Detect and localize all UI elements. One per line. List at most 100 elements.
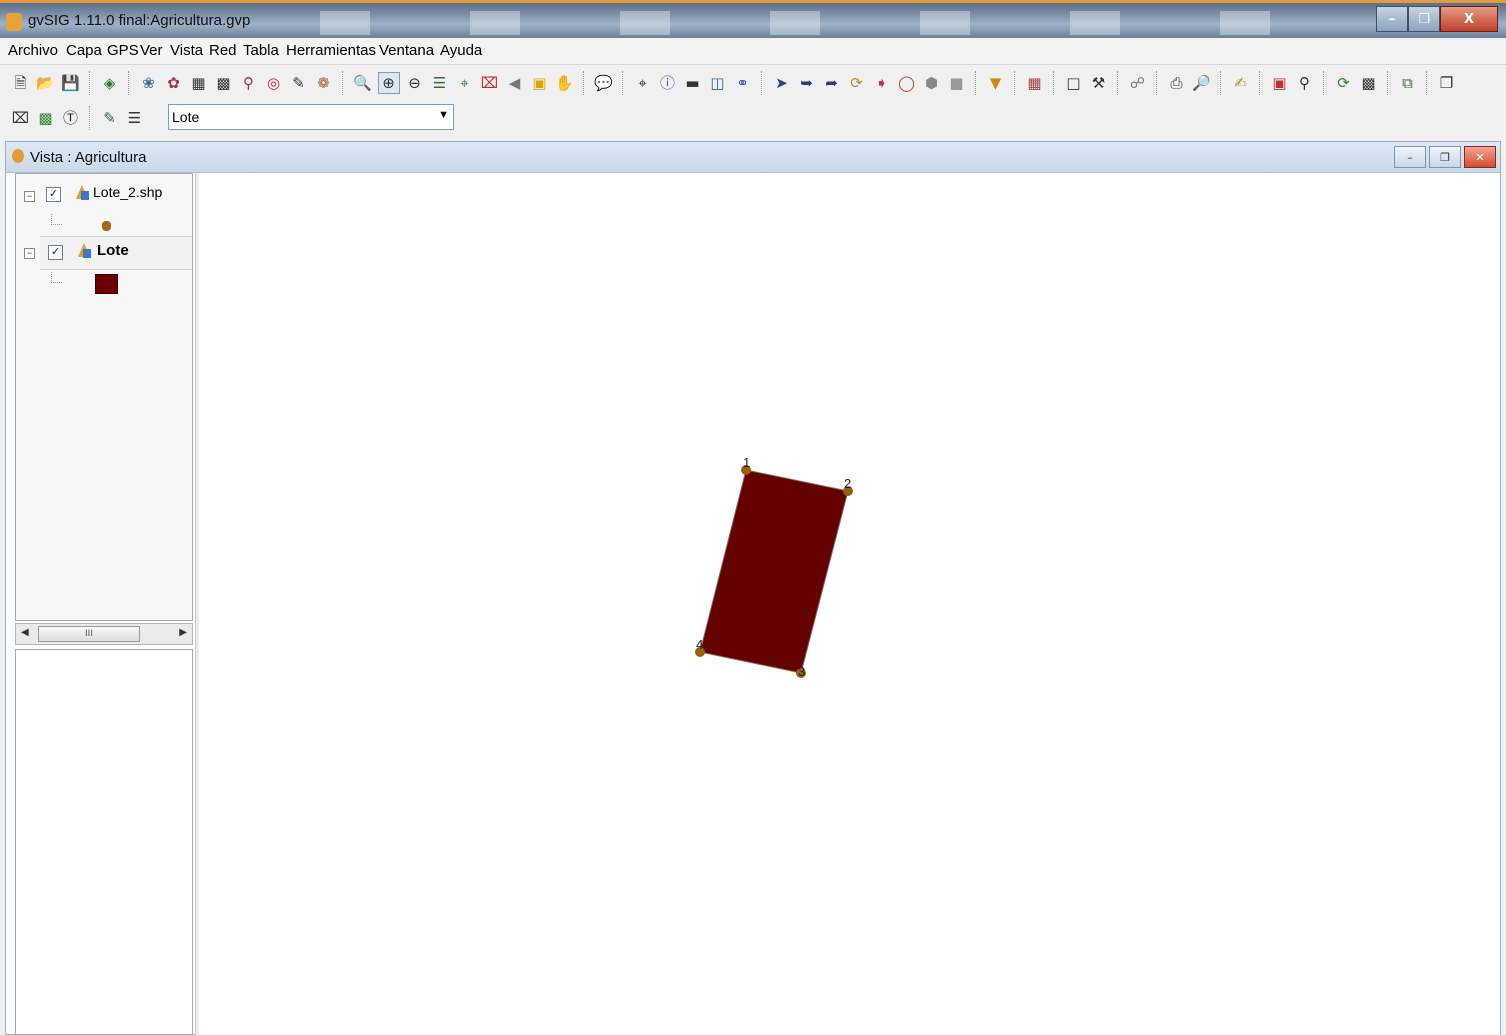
raster-icon[interactable]: ▩ bbox=[36, 108, 56, 128]
layers-icon[interactable]: ☰ bbox=[430, 73, 450, 93]
tree-connector bbox=[51, 272, 62, 283]
layer-name[interactable]: Lote bbox=[97, 242, 129, 259]
overview-icon[interactable]: ▩ bbox=[1359, 73, 1379, 93]
filter-icon[interactable]: ▼ bbox=[986, 73, 1006, 93]
hyperlink-icon[interactable]: ⚭ bbox=[733, 73, 753, 93]
gvsig-app-icon[interactable] bbox=[6, 13, 22, 31]
layer-visibility-checkbox[interactable]: ✓ bbox=[48, 245, 63, 260]
region-icon[interactable]: ❁ bbox=[314, 73, 334, 93]
toc-horizontal-scrollbar[interactable]: ◀ III ▶ bbox=[15, 623, 193, 645]
georef-point-icon[interactable]: Ⓣ bbox=[61, 108, 81, 128]
view-minimize-button[interactable]: – bbox=[1394, 146, 1426, 168]
menu-vista[interactable]: Vista bbox=[170, 42, 203, 59]
map-frame-icon[interactable]: ▣ bbox=[1270, 73, 1290, 93]
georeference-icon[interactable]: ❀ bbox=[139, 73, 159, 93]
active-layer-select[interactable]: Lote ▼ bbox=[168, 104, 454, 130]
vertex-label-1: 1 bbox=[743, 455, 750, 470]
select-icon[interactable]: ➤ bbox=[772, 73, 792, 93]
vertex-label-3: 3 bbox=[798, 664, 805, 679]
add-layer-icon[interactable]: ◈ bbox=[100, 73, 120, 93]
map-canvas[interactable]: 1 2 3 4 bbox=[199, 173, 1500, 1035]
chevron-down-icon[interactable]: ▼ bbox=[438, 109, 449, 121]
window-icon[interactable]: ❐ bbox=[1437, 73, 1457, 93]
toc-layer-lote[interactable]: − ✓ Lote bbox=[16, 236, 192, 296]
layer-edit-icon[interactable]: ✎ bbox=[100, 108, 120, 128]
info-icon[interactable]: ⓘ bbox=[658, 73, 678, 93]
menu-ayuda[interactable]: Ayuda bbox=[440, 42, 482, 59]
coordinates-icon[interactable]: ⌖ bbox=[633, 73, 653, 93]
toc-layer-lote-2[interactable]: − ✓ Lote_2.shp bbox=[16, 176, 192, 236]
pin-icon[interactable]: ⚲ bbox=[239, 73, 259, 93]
select-all-icon[interactable]: ■ bbox=[947, 73, 967, 93]
zoom-icon[interactable]: 🔍 bbox=[353, 73, 373, 93]
select-point-icon[interactable]: ➥ bbox=[797, 73, 817, 93]
layout-icon[interactable]: □ bbox=[1064, 73, 1084, 93]
menu-bar: Archivo Capa GPS Ver Vista Red Tabla Her… bbox=[0, 38, 1506, 65]
pan-icon[interactable]: ✋ bbox=[555, 73, 575, 93]
calculator-icon[interactable]: ▦ bbox=[189, 73, 209, 93]
save-icon[interactable]: 💾 bbox=[61, 73, 81, 93]
magnifier-icon[interactable]: ⚲ bbox=[1295, 73, 1315, 93]
refresh-icon[interactable]: ⟳ bbox=[1334, 73, 1354, 93]
zoom-select-icon[interactable]: ⌧ bbox=[480, 73, 500, 93]
print-preview-icon[interactable]: ⎙ bbox=[1167, 73, 1187, 93]
edit-icon[interactable]: ✎ bbox=[289, 73, 309, 93]
vertex-label-4: 4 bbox=[696, 637, 703, 652]
network-icon[interactable]: ☍ bbox=[1128, 73, 1148, 93]
search-icon[interactable]: 🔎 bbox=[1192, 73, 1212, 93]
close-button[interactable]: X bbox=[1440, 6, 1498, 32]
menu-ver[interactable]: Ver bbox=[140, 42, 163, 59]
menu-herramientas[interactable]: Herramientas bbox=[286, 42, 376, 59]
scroll-left-icon[interactable]: ◀ bbox=[21, 627, 29, 638]
layer-list-icon[interactable]: ☰ bbox=[125, 108, 145, 128]
restore-button[interactable]: ❐ bbox=[1408, 6, 1440, 32]
previous-zoom-icon[interactable]: ◀ bbox=[505, 73, 525, 93]
target-icon[interactable]: ◎ bbox=[264, 73, 284, 93]
tooltip-icon[interactable]: 💬 bbox=[594, 73, 614, 93]
toolbar-separator bbox=[761, 71, 763, 95]
open-folder-icon[interactable]: 📂 bbox=[36, 73, 56, 93]
toolbar-separator bbox=[342, 71, 344, 95]
select-circle-icon[interactable]: ◯ bbox=[897, 73, 917, 93]
edit-layer-icon[interactable]: ✍ bbox=[1231, 73, 1251, 93]
locator-icon[interactable]: ▣ bbox=[530, 73, 550, 93]
full-extent-icon[interactable]: ⌖ bbox=[455, 73, 475, 93]
toolbar-separator bbox=[128, 71, 130, 95]
menu-capa[interactable]: Capa bbox=[66, 42, 102, 59]
measure-distance-icon[interactable]: ▬ bbox=[683, 73, 703, 93]
view-restore-button[interactable]: ❐ bbox=[1429, 146, 1461, 168]
zoom-out-icon[interactable]: ⊖ bbox=[405, 73, 425, 93]
collapse-toggle[interactable]: − bbox=[24, 191, 35, 202]
rotate-icon[interactable]: ⟳ bbox=[847, 73, 867, 93]
layer-visibility-checkbox[interactable]: ✓ bbox=[46, 187, 61, 202]
new-document-icon[interactable]: 🗎 bbox=[11, 73, 31, 93]
scrollbar-thumb[interactable]: III bbox=[38, 626, 140, 642]
fill-symbol-icon bbox=[95, 274, 118, 294]
select-rect-icon[interactable]: ➦ bbox=[822, 73, 842, 93]
tools-icon[interactable]: ⚒ bbox=[1089, 73, 1109, 93]
layer-name[interactable]: Lote_2.shp bbox=[93, 184, 162, 200]
menu-gps[interactable]: GPS bbox=[107, 42, 139, 59]
select-by-layer-icon[interactable]: ⬢ bbox=[922, 73, 942, 93]
table-icon[interactable]: ▦ bbox=[1025, 73, 1045, 93]
collapse-toggle[interactable]: − bbox=[24, 248, 35, 259]
menu-archivo[interactable]: Archivo bbox=[8, 42, 58, 59]
export-map-icon[interactable]: ⧉ bbox=[1398, 73, 1418, 93]
title-bar[interactable]: gvSIG 1.11.0 final:Agricultura.gvp – ❐ X bbox=[0, 0, 1506, 38]
view-title-bar[interactable]: Vista : Agricultura – ❐ ✕ bbox=[6, 142, 1500, 173]
measure-area-icon[interactable]: ◫ bbox=[708, 73, 728, 93]
export-icon[interactable]: ▩ bbox=[214, 73, 234, 93]
menu-ventana[interactable]: Ventana bbox=[379, 42, 434, 59]
menu-tabla[interactable]: Tabla bbox=[243, 42, 279, 59]
menu-red[interactable]: Red bbox=[209, 42, 237, 59]
zoom-in-icon[interactable]: ⊕ bbox=[377, 72, 400, 94]
transform-icon[interactable]: ✿ bbox=[164, 73, 184, 93]
minimize-button[interactable]: – bbox=[1376, 6, 1408, 32]
active-layer-value: Lote bbox=[172, 109, 200, 125]
extent-icon[interactable]: ⌧ bbox=[11, 108, 31, 128]
toolbar-separator bbox=[975, 71, 977, 95]
scroll-right-icon[interactable]: ▶ bbox=[179, 627, 187, 638]
locator-map[interactable] bbox=[15, 649, 193, 1035]
select-polygon-icon[interactable]: ➧ bbox=[872, 73, 892, 93]
view-close-button[interactable]: ✕ bbox=[1464, 146, 1496, 168]
